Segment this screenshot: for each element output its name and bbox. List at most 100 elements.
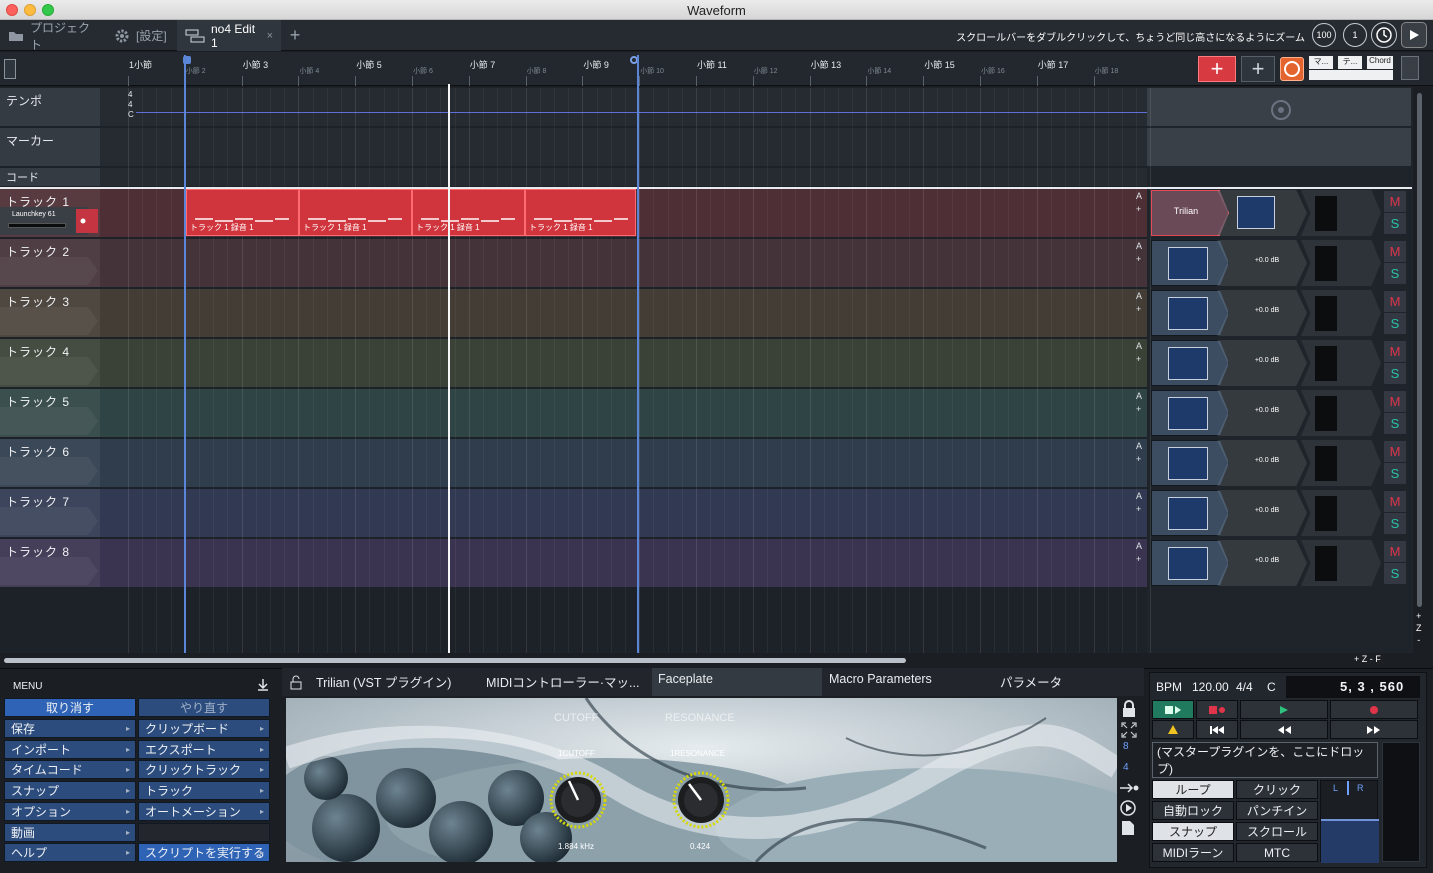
close-tab-icon[interactable]: × — [267, 30, 273, 42]
cutoff-knob[interactable] — [548, 770, 608, 830]
record-mode-icon[interactable] — [1280, 57, 1304, 81]
pan-indicator[interactable] — [1347, 781, 1349, 795]
track-input-arrow-icon[interactable] — [0, 257, 100, 285]
add-automation-icon[interactable]: + — [1136, 304, 1141, 314]
tab-settings[interactable]: [設定] — [106, 20, 176, 51]
transport-toggle-button[interactable]: パンチイン — [1236, 801, 1318, 820]
track-header[interactable]: トラック 8 — [0, 539, 100, 587]
track-input-device[interactable]: Launchkey 61 — [12, 211, 56, 218]
solo-button[interactable]: S — [1384, 213, 1406, 234]
tempo-lane[interactable]: 4 4 C — [100, 88, 1147, 126]
plugin-slot[interactable] — [1151, 540, 1229, 586]
volume-fader-icon[interactable] — [1168, 347, 1208, 380]
menu-item[interactable]: インポート ▸ — [4, 739, 136, 759]
volume-fader-icon[interactable] — [1168, 497, 1208, 530]
transport-toggle-button[interactable]: クリック — [1236, 780, 1318, 799]
horizontal-scrollbar[interactable] — [4, 658, 906, 663]
add-automation-icon[interactable]: + — [1136, 354, 1141, 364]
tab-faceplate[interactable]: Faceplate — [658, 672, 713, 686]
volume-slot[interactable]: +0.0 dB — [1217, 440, 1307, 486]
add-button[interactable]: + — [1241, 56, 1275, 82]
fast-forward-button[interactable] — [1330, 720, 1418, 739]
track-header[interactable]: トラック 1 Launchkey 61 — [0, 189, 100, 237]
volume-fader-icon[interactable] — [1168, 547, 1208, 580]
bpm-value[interactable]: 120.00 — [1192, 680, 1229, 694]
record-button[interactable] — [1330, 700, 1418, 719]
menu-item[interactable]: クリックトラック ▸ — [138, 760, 270, 780]
count-in-knob[interactable]: 1 — [1343, 23, 1367, 47]
mute-button[interactable]: M — [1384, 291, 1406, 312]
mute-button[interactable]: M — [1384, 341, 1406, 362]
transport-toggle-button[interactable]: MTC — [1236, 843, 1318, 862]
solo-button[interactable]: S — [1384, 563, 1406, 584]
automation-button[interactable]: A — [1136, 491, 1142, 501]
solo-button[interactable]: S — [1384, 363, 1406, 384]
mute-button[interactable]: M — [1384, 541, 1406, 562]
warning-button[interactable] — [1152, 720, 1194, 739]
volume-fader-icon[interactable] — [1168, 297, 1208, 330]
transport-toggle-button[interactable]: MIDIラーン — [1152, 843, 1234, 862]
zoom-level-knob[interactable]: 100 — [1312, 23, 1336, 47]
lock-icon[interactable] — [290, 675, 302, 690]
transport-toggle-button[interactable]: 自動ロック — [1152, 801, 1234, 820]
volume-fader-icon[interactable] — [1168, 397, 1208, 430]
plugin-slot[interactable] — [1151, 440, 1229, 486]
lock-closed-icon[interactable] — [1122, 700, 1136, 718]
tempo-toggle-button[interactable]: テ... — [1338, 56, 1362, 69]
track-row[interactable]: トラック 6 — [0, 439, 1147, 487]
track-header[interactable]: トラック 5 — [0, 389, 100, 437]
redo-button[interactable]: やり直す — [138, 698, 270, 717]
key-value[interactable]: C — [1267, 680, 1276, 694]
automation-button[interactable]: A — [1136, 241, 1142, 251]
add-automation-icon[interactable]: + — [1136, 454, 1141, 464]
play-circle-icon[interactable] — [1120, 800, 1136, 816]
automation-button[interactable]: A — [1136, 191, 1142, 201]
vertical-zoom-controls[interactable]: + Z - — [1416, 610, 1422, 646]
solo-button[interactable]: S — [1384, 513, 1406, 534]
marker-lane-header[interactable]: マーカー — [0, 128, 100, 166]
menu-item[interactable]: エクスポート ▸ — [138, 739, 270, 759]
track-input-arrow-icon[interactable] — [0, 307, 100, 335]
automation-button[interactable]: A — [1136, 541, 1142, 551]
track-input-arrow-icon[interactable] — [0, 507, 100, 535]
tab-parameters[interactable]: パラメータ — [1000, 672, 1062, 691]
expand-icon[interactable] — [1121, 722, 1137, 738]
clock-icon[interactable] — [1371, 22, 1397, 48]
record-armed-button[interactable] — [1196, 700, 1238, 719]
volume-fader-icon[interactable] — [1237, 196, 1275, 229]
tab-edit[interactable]: no4 Edit 1 × — [177, 20, 281, 51]
menu-item[interactable]: スナップ ▸ — [4, 781, 136, 801]
play-button[interactable] — [1240, 700, 1328, 719]
automation-button[interactable]: A — [1136, 441, 1142, 451]
track-header[interactable]: トラック 4 — [0, 339, 100, 387]
side-number-4[interactable]: 4 — [1123, 762, 1129, 773]
track-input-arrow-icon[interactable] — [0, 357, 100, 385]
track-input-arrow-icon[interactable] — [0, 457, 100, 485]
menu-item[interactable]: タイムコード ▸ — [4, 760, 136, 780]
volume-fader-icon[interactable] — [1168, 447, 1208, 480]
track-row[interactable]: トラック 4 — [0, 339, 1147, 387]
marker-toggle-button[interactable]: マ... — [1309, 56, 1333, 69]
chord-lane[interactable] — [100, 168, 1147, 186]
mute-button[interactable]: M — [1384, 391, 1406, 412]
track-header[interactable]: トラック 3 — [0, 289, 100, 337]
tempo-curve[interactable] — [136, 112, 1147, 113]
tempo-lane-header[interactable]: テンポ — [0, 88, 100, 126]
loop-end-line[interactable] — [637, 55, 639, 653]
midi-clip[interactable]: トラック 1 録音 1 — [186, 189, 299, 236]
horizontal-scroll-area[interactable]: + Z - F — [0, 653, 1433, 668]
add-automation-icon[interactable]: + — [1136, 404, 1141, 414]
volume-slot[interactable]: +0.0 dB — [1217, 540, 1307, 586]
playhead-cursor[interactable] — [448, 84, 450, 653]
track-row[interactable]: トラック 5 — [0, 389, 1147, 437]
track-row[interactable]: トラック 2 — [0, 239, 1147, 287]
mute-button[interactable]: M — [1384, 191, 1406, 212]
tab-macro-parameters[interactable]: Macro Parameters — [829, 672, 932, 686]
menu-item[interactable]: 保存 ▸ — [4, 719, 136, 738]
master-fader[interactable] — [1321, 819, 1379, 863]
tab-plugin-name[interactable]: Trilian (VST プラグイン) — [316, 672, 451, 691]
rewind-button[interactable] — [1240, 720, 1328, 739]
vertical-scrollbar[interactable] — [1417, 93, 1422, 607]
menu-item[interactable]: トラック ▸ — [138, 781, 270, 801]
solo-button[interactable]: S — [1384, 313, 1406, 334]
